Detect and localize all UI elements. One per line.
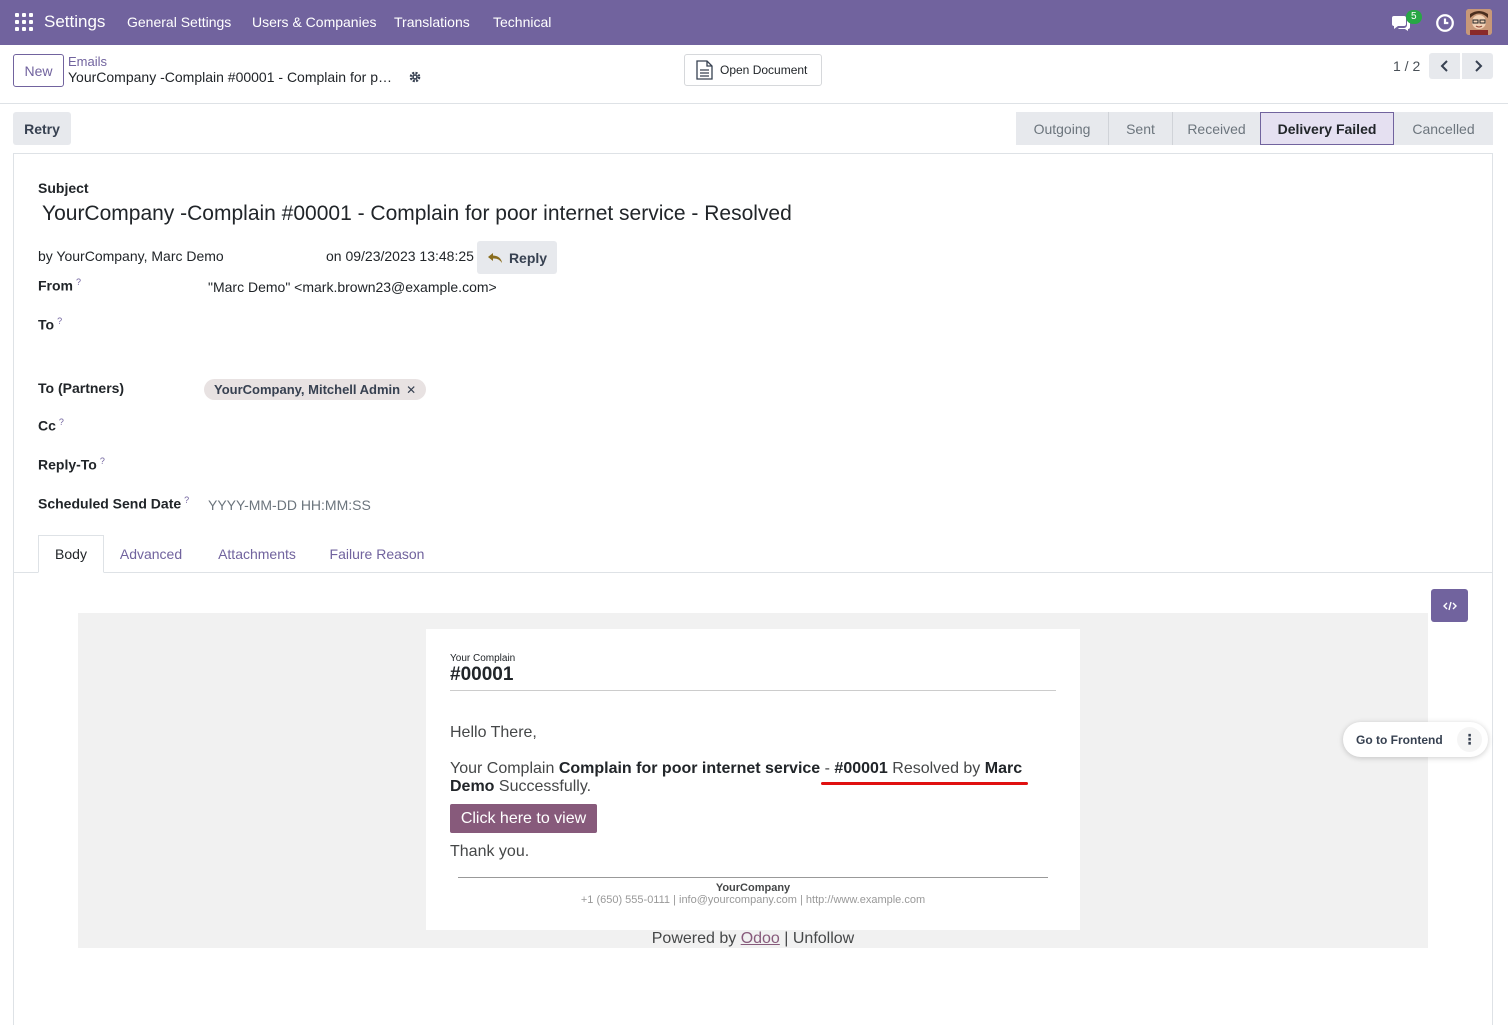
go-to-frontend-widget: Go to Frontend ⋮ [1343,722,1488,757]
menu-translations[interactable]: Translations [394,14,470,30]
stage-sent[interactable]: Sent [1108,112,1172,145]
date-text: on 09/23/2023 13:48:25 [326,248,474,264]
remove-tag-icon[interactable]: ✕ [406,383,416,397]
email-footer-divider [458,877,1048,878]
gear-icon[interactable] [408,70,422,84]
apps-menu-icon[interactable] [15,13,33,31]
open-document-label: Open Document [720,63,808,77]
subject-label: Subject [38,180,89,196]
help-icon[interactable]: ? [100,456,105,466]
email-line-subject: Complain for poor internet service [558,760,821,777]
status-bar: Outgoing Sent Received Delivery Failed C… [1016,112,1493,145]
app-brand[interactable]: Settings [44,12,105,32]
breadcrumb-emails[interactable]: Emails [68,54,107,69]
partner-tag-label: YourCompany, Mitchell Admin [214,382,401,397]
help-icon[interactable]: ? [184,495,189,505]
stage-delivery-failed[interactable]: Delivery Failed [1260,112,1394,145]
email-line-name: Marc [984,760,1023,777]
subject-value[interactable]: YourCompany -Complain #00001 - Complain … [42,202,792,226]
email-line-resolved: Resolved by [887,760,985,777]
tab-attachments[interactable]: Attachments [202,535,312,573]
partner-tag[interactable]: YourCompany, Mitchell Admin ✕ [204,379,427,400]
help-icon[interactable]: ? [59,417,64,427]
top-navbar: Settings General Settings Users & Compan… [0,0,1508,45]
unfollow-link[interactable]: | Unfollow [780,930,854,947]
help-icon[interactable]: ? [76,277,81,287]
to-label-text: To [38,316,55,333]
email-line-prefix: Your Complain [450,760,559,777]
stage-received[interactable]: Received [1172,112,1260,145]
email-line-number: #00001 [834,760,888,777]
control-panel: New Emails YourCompany -Complain #00001 … [0,45,1508,104]
odoo-link[interactable]: Odoo [741,930,780,947]
cc-label: Cc? [38,417,64,434]
scheduled-date-input[interactable]: YYYY-MM-DD HH:MM:SS [208,497,371,513]
code-icon [1442,601,1457,610]
tab-advanced[interactable]: Advanced [106,535,196,573]
chevron-left-icon [1440,60,1448,72]
email-line-dash: - [820,760,835,777]
email-company: YourCompany [715,882,791,894]
menu-general-settings[interactable]: General Settings [127,14,231,30]
reply-icon [487,252,502,263]
from-label: From? [38,277,81,294]
email-greeting: Hello There, [450,724,537,741]
email-divider [450,690,1056,691]
to-partners-label: To (Partners) [38,380,125,396]
from-field[interactable]: "Marc Demo" <mark.brown23@example.com> [208,279,497,295]
breadcrumb-current: YourCompany -Complain #00001 - Complain … [68,69,392,85]
scheduled-label-text: Scheduled Send Date [38,495,182,512]
author-text: by YourCompany, Marc Demo [38,248,224,264]
clock-icon[interactable] [1435,13,1455,33]
stage-cancelled[interactable]: Cancelled [1394,112,1493,145]
cc-label-text: Cc [38,417,56,434]
help-icon[interactable]: ? [57,316,62,326]
reply-label: Reply [508,249,548,266]
more-options-icon[interactable]: ⋮ [1457,727,1482,752]
chat-badge: 5 [1406,10,1422,24]
chevron-right-icon [1474,60,1482,72]
user-avatar[interactable] [1466,9,1492,35]
reply-to-label-text: Reply-To [38,456,97,473]
reply-to-label: Reply-To? [38,456,105,473]
powered-by: Powered by Odoo | Unfollow [426,930,1080,948]
document-icon [696,60,713,80]
from-label-text: From [38,277,73,294]
powered-prefix: Powered by [651,930,741,947]
to-label: To? [38,316,62,333]
red-underline-annotation [821,782,1028,785]
pager-next-button[interactable] [1462,53,1493,79]
pager-value[interactable]: 1 / 2 [1393,58,1420,74]
open-document-button[interactable]: Open Document [684,54,822,86]
email-thanks: Thank you. [450,843,530,860]
email-line-name2: Demo [450,778,495,795]
email-line-suffix: Successfully. [494,778,592,795]
pager-previous-button[interactable] [1429,53,1460,79]
email-body-line: Your Complain Complain for poor internet… [450,760,1022,778]
avatar-face-icon [1466,9,1492,35]
tab-failure-reason[interactable]: Failure Reason [318,535,436,573]
email-body-line-2: Demo Successfully. [450,778,591,796]
email-number: #00001 [450,664,514,685]
go-to-frontend-button[interactable]: Go to Frontend [1356,733,1443,747]
new-button[interactable]: New [13,54,64,87]
code-view-button[interactable] [1431,589,1468,622]
menu-technical[interactable]: Technical [493,14,551,30]
email-contact: +1 (650) 555-0111 | info@yourcompany.com… [580,894,926,906]
stage-outgoing[interactable]: Outgoing [1016,112,1108,145]
scheduled-date-label: Scheduled Send Date? [38,495,189,512]
click-to-view-button[interactable]: Click here to view [450,804,597,833]
retry-button[interactable]: Retry [13,112,71,145]
menu-users-companies[interactable]: Users & Companies [252,14,377,30]
tab-body[interactable]: Body [38,535,104,573]
reply-button[interactable]: Reply [477,241,557,274]
email-small-title: Your Complain [450,653,516,664]
